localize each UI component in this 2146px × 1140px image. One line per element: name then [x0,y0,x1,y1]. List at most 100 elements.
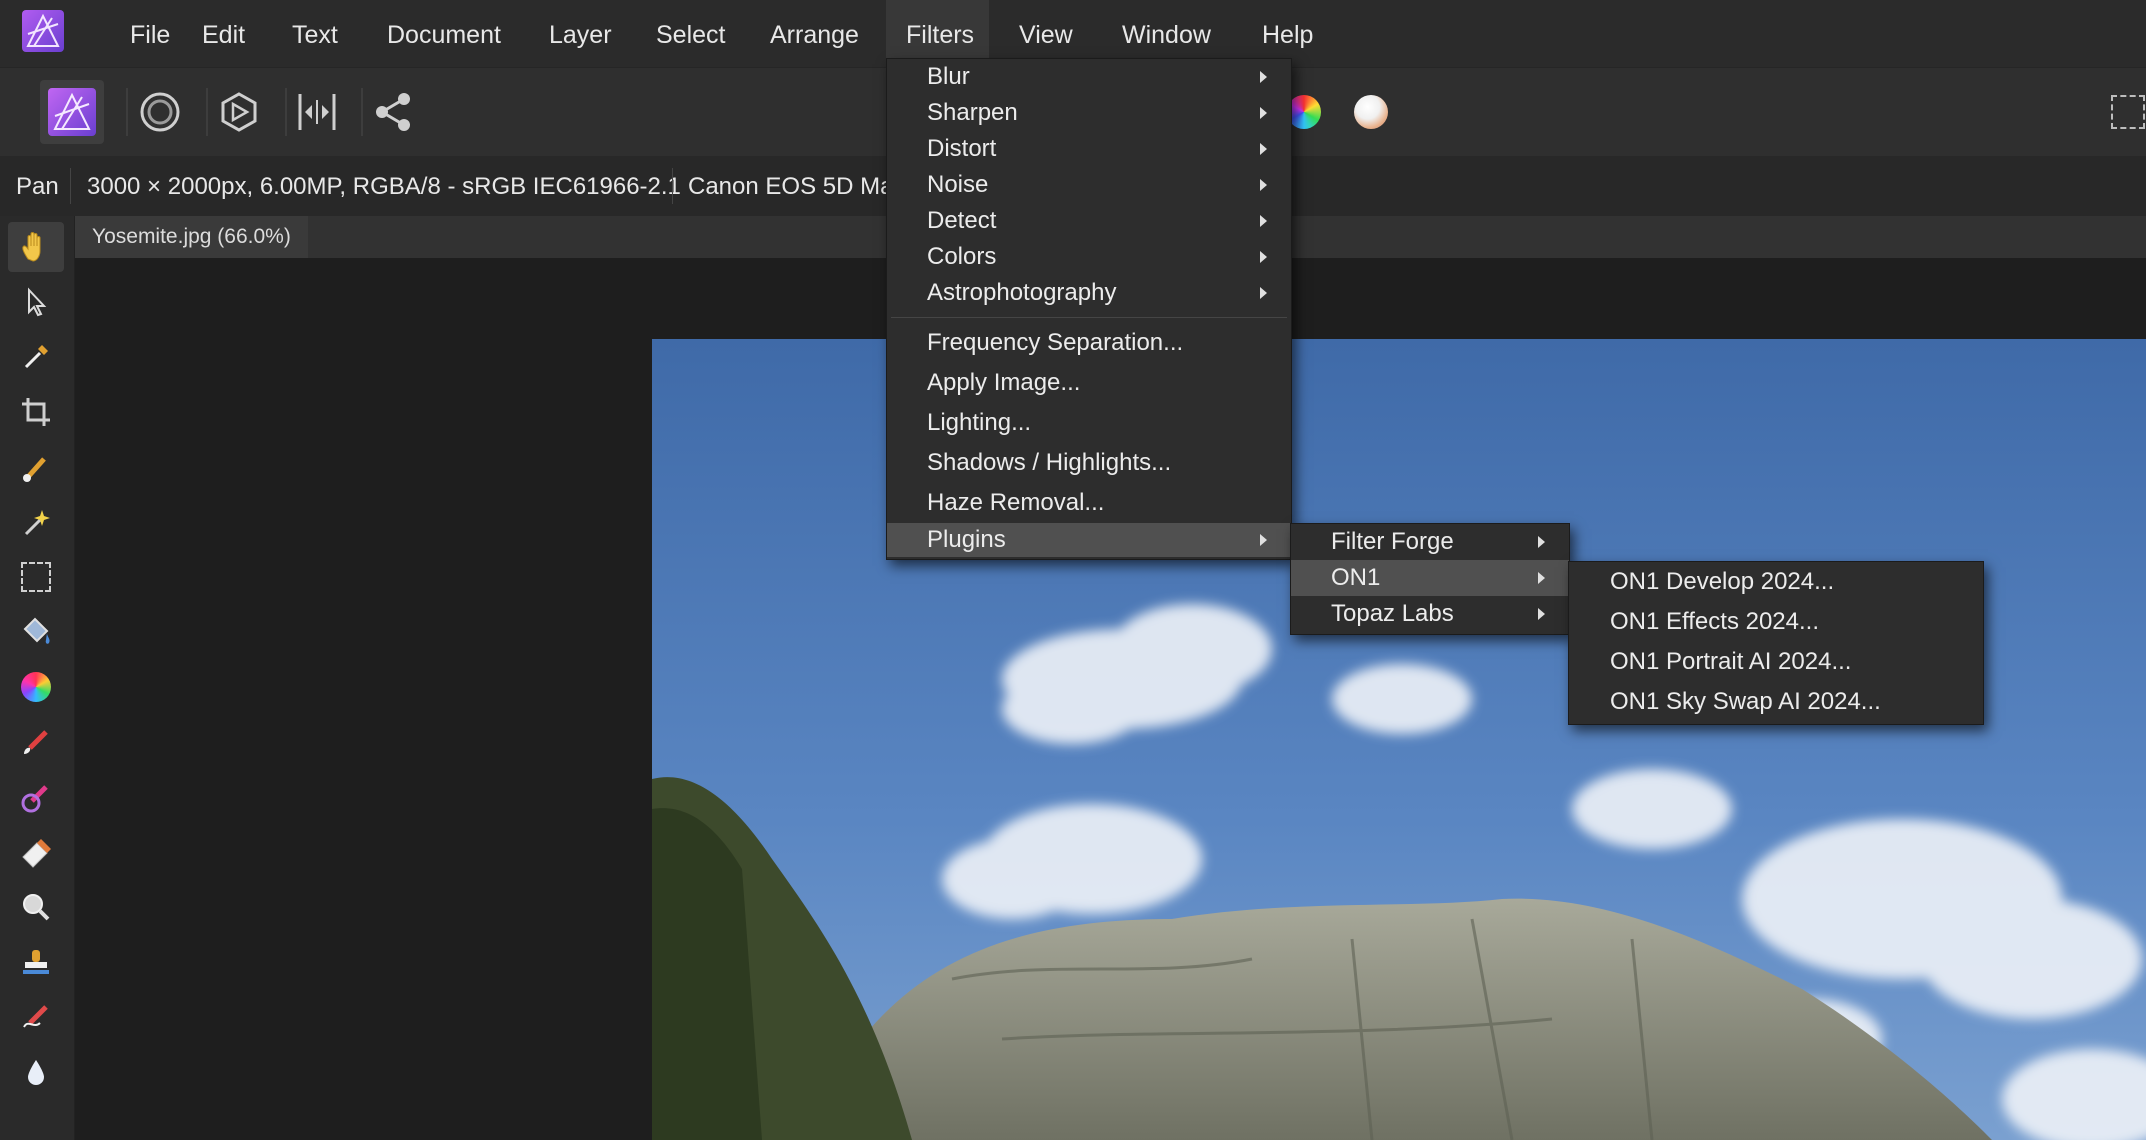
pointer-icon [28,287,47,317]
zoom-icon [23,894,50,921]
tone-mapping-persona-icon [298,94,336,130]
menu-filters[interactable]: Filters [886,0,989,67]
filters-menu-lighting[interactable]: Lighting... [887,403,1291,443]
color-wheel-tool-icon [21,672,51,702]
menu-select[interactable]: Select [636,0,745,67]
photo-persona-button[interactable] [40,80,104,144]
white-balance-button[interactable] [1339,80,1403,144]
submenu-arrow-icon [1260,287,1267,299]
menu-layer[interactable]: Layer [529,0,632,67]
retouch-brush-icon [23,1005,48,1028]
on1-develop-item[interactable]: ON1 Develop 2024... [1569,562,1983,602]
tone-mapping-persona-button[interactable] [285,80,349,144]
menu-arrange[interactable]: Arrange [750,0,879,67]
blur-drop-icon [28,1060,44,1085]
selection-brush-icon [23,457,46,482]
marquee-button[interactable] [2096,80,2146,144]
filters-menu: Blur Sharpen Distort Noise Detect Colors… [886,58,1292,560]
menu-document[interactable]: Document [367,0,521,67]
plugins-menu-topaz-labs[interactable]: Topaz Labs [1291,596,1569,632]
on1-sky-swap-ai-item[interactable]: ON1 Sky Swap AI 2024... [1569,682,1983,722]
filters-menu-astrophotography[interactable]: Astrophotography [887,275,1291,311]
document-image[interactable] [652,339,2146,1140]
filters-menu-detect[interactable]: Detect [887,203,1291,239]
filters-menu-colors[interactable]: Colors [887,239,1291,275]
affinity-photo-persona-icon [48,88,96,136]
menu-window[interactable]: Window [1102,0,1231,67]
liquify-persona-button[interactable] [128,80,192,144]
submenu-arrow-icon [1260,71,1267,83]
develop-persona-icon [221,92,257,132]
menu-view[interactable]: View [999,0,1093,67]
submenu-arrow-icon [1538,572,1545,584]
zoom-tool[interactable] [8,882,64,932]
tool-name-label: Pan [16,173,59,200]
retouch-brush-tool[interactable] [8,992,64,1042]
erase-brush-tool[interactable] [8,827,64,877]
on1-submenu: ON1 Develop 2024... ON1 Effects 2024... … [1568,561,1984,725]
develop-persona-button[interactable] [207,80,271,144]
plugins-menu-filter-forge[interactable]: Filter Forge [1291,524,1569,560]
menu-text[interactable]: Text [272,0,358,67]
filters-menu-frequency-separation[interactable]: Frequency Separation... [887,323,1291,363]
submenu-arrow-icon [1260,179,1267,191]
selection-brush-tool[interactable] [8,442,64,492]
rectangular-marquee-icon [21,562,51,592]
filters-menu-sharpen[interactable]: Sharpen [887,95,1291,131]
filters-menu-plugins[interactable]: Plugins [887,523,1291,557]
flood-fill-icon [23,617,50,644]
plugins-menu-on1[interactable]: ON1 [1291,560,1569,596]
on1-effects-item[interactable]: ON1 Effects 2024... [1569,602,1983,642]
rectangular-marquee-tool[interactable] [8,552,64,602]
paint-brush-icon [24,730,48,754]
submenu-arrow-icon [1538,536,1545,548]
on1-portrait-ai-item[interactable]: ON1 Portrait AI 2024... [1569,642,1983,682]
export-persona-button[interactable] [362,80,426,144]
paint-brush-tool[interactable] [8,717,64,767]
blur-brush-tool[interactable] [8,1047,64,1097]
document-info-label: 3000 × 2000px, 6.00MP, RGBA/8 - sRGB IEC… [87,173,681,200]
dodge-brush-icon [21,785,48,813]
document-tab[interactable]: Yosemite.jpg (66.0%) [75,216,308,258]
hand-icon [22,232,41,262]
yosemite-photo [652,339,2146,1140]
menu-separator [891,317,1287,318]
color-tool[interactable] [8,662,64,712]
tools-panel [0,216,75,1140]
flood-select-tool[interactable] [8,497,64,547]
crop-tool[interactable] [8,387,64,437]
submenu-arrow-icon [1538,608,1545,620]
marquee-icon [2111,95,2145,129]
plugins-submenu: Filter Forge ON1 Topaz Labs [1290,523,1570,635]
filters-menu-noise[interactable]: Noise [887,167,1291,203]
filters-menu-apply-image[interactable]: Apply Image... [887,363,1291,403]
menu-file[interactable]: File [110,0,190,67]
submenu-arrow-icon [1260,143,1267,155]
flood-select-icon [24,510,50,536]
clone-brush-tool[interactable] [8,937,64,987]
dodge-brush-tool[interactable] [8,772,64,822]
clone-stamp-icon [23,950,49,974]
eraser-icon [22,839,51,868]
crop-icon [22,398,50,426]
export-persona-icon [376,93,410,131]
color-picker-icon [24,345,48,369]
filters-menu-shadows-highlights[interactable]: Shadows / Highlights... [887,443,1291,483]
pan-tool[interactable] [8,222,64,272]
affinity-photo-logo-icon[interactable] [22,10,64,52]
menu-edit[interactable]: Edit [182,0,265,67]
submenu-arrow-icon [1260,215,1267,227]
filters-menu-haze-removal[interactable]: Haze Removal... [887,483,1291,523]
white-balance-icon [1354,95,1388,129]
color-wheel-icon [1287,95,1321,129]
menu-help[interactable]: Help [1242,0,1333,67]
submenu-arrow-icon [1260,107,1267,119]
camera-info-label: Canon EOS 5D Ma [688,173,894,200]
submenu-arrow-icon [1260,251,1267,263]
move-tool[interactable] [8,277,64,327]
color-picker-tool[interactable] [8,332,64,382]
flood-fill-tool[interactable] [8,607,64,657]
filters-menu-distort[interactable]: Distort [887,131,1291,167]
filters-menu-blur[interactable]: Blur [887,59,1291,95]
menu-bar: File Edit Text Document Layer Select Arr… [0,0,2146,67]
